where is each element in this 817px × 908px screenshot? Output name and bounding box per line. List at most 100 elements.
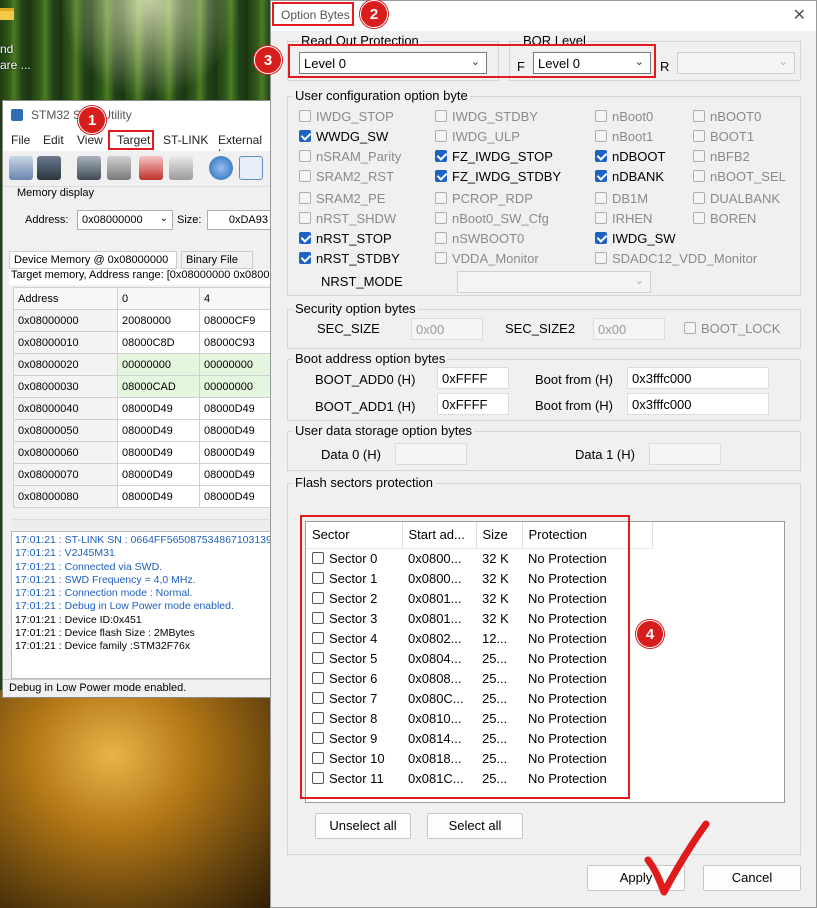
option-label: nDBOOT xyxy=(612,149,666,164)
save-icon[interactable] xyxy=(37,156,61,180)
value-cell: 08000D49 xyxy=(199,441,271,464)
menu-edit[interactable]: Edit xyxy=(43,133,64,147)
checkbox-box xyxy=(299,150,311,162)
flash-sectors-title: Flash sectors protection xyxy=(293,475,436,490)
boot-lock-checkbox[interactable]: BOOT_LOCK xyxy=(684,321,780,336)
option-checkbox-fz-iwdg-stdby[interactable]: FZ_IWDG_STDBY xyxy=(435,169,561,184)
table-row[interactable]: 0x08000040 08000D49 08000D49 xyxy=(13,397,271,420)
menu-file[interactable]: File xyxy=(11,133,30,147)
desktop-foliage xyxy=(0,690,280,908)
data1-label: Data 1 (H) xyxy=(575,447,635,462)
boot-from1-field[interactable]: 0x3fffc000 xyxy=(627,393,769,415)
unselect-all-button[interactable]: Unselect all xyxy=(315,813,411,839)
checkbox-box xyxy=(693,110,705,122)
option-label: IRHEN xyxy=(612,211,653,226)
table-row[interactable]: 0x08000010 08000C8D 08000C93 xyxy=(13,331,271,354)
table-row[interactable]: 0x08000000 20080000 08000CF9 xyxy=(13,309,271,332)
checkbox-box xyxy=(693,192,705,204)
boot-add0-label: BOOT_ADD0 (H) xyxy=(315,372,416,387)
option-checkbox-wwdg-sw[interactable]: WWDG_SW xyxy=(299,129,388,144)
folder-icon[interactable] xyxy=(0,8,14,20)
table-row[interactable]: 0x08000060 08000D49 08000D49 xyxy=(13,441,271,464)
annotation-badge-4: 4 xyxy=(636,620,664,648)
address-cell: 0x08000030 xyxy=(13,375,118,398)
checkbox-box xyxy=(693,130,705,142)
desktop-text-2: are ... xyxy=(0,58,31,72)
annotation-box-target-menu xyxy=(108,130,154,150)
option-label: PCROP_RDP xyxy=(452,191,533,206)
erase-icon[interactable] xyxy=(139,156,163,180)
option-checkbox-pcrop-rdp: PCROP_RDP xyxy=(435,191,533,206)
column-header: Address xyxy=(13,287,118,310)
boot-from1-label: Boot from (H) xyxy=(535,398,614,413)
value-cell: 08000CF9 xyxy=(199,309,271,332)
cancel-button[interactable]: Cancel xyxy=(703,865,801,891)
log-line: 17:01:21 : Device family :STM32F76x xyxy=(15,640,191,653)
nrst-mode-select[interactable]: ⌄ xyxy=(457,271,651,293)
disconnect-icon[interactable] xyxy=(107,156,131,180)
option-checkbox-nrst-stop[interactable]: nRST_STOP xyxy=(299,231,392,246)
checkmark-icon xyxy=(644,820,710,896)
open-file-icon[interactable] xyxy=(9,156,33,180)
data1-field[interactable] xyxy=(649,443,721,465)
checkbox-box xyxy=(435,130,447,142)
connect-icon[interactable] xyxy=(77,156,101,180)
boot-add1-label: BOOT_ADD1 (H) xyxy=(315,399,416,414)
option-checkbox-nboot1: nBoot1 xyxy=(595,129,653,144)
data0-field[interactable] xyxy=(395,443,467,465)
option-checkbox-nrst-shdw: nRST_SHDW xyxy=(299,211,396,226)
boot-from0-field[interactable]: 0x3fffc000 xyxy=(627,367,769,389)
option-label: VDDA_Monitor xyxy=(452,251,539,266)
toolbar xyxy=(3,151,273,187)
value-cell: 08000D49 xyxy=(199,419,271,442)
option-label: DUALBANK xyxy=(710,191,781,206)
boot-add0-field[interactable]: 0xFFFF xyxy=(437,367,509,389)
option-checkbox-ndboot[interactable]: nDBOOT xyxy=(595,149,665,164)
option-label: FZ_IWDG_STOP xyxy=(452,149,553,164)
size-field[interactable]: 0xDA93 xyxy=(207,210,273,230)
bor-r-select[interactable]: ⌄ xyxy=(677,52,795,74)
address-combo[interactable]: 0x08000000 ⌄ xyxy=(77,210,173,230)
option-label: IWDG_ULP xyxy=(452,129,520,144)
sec-size-field[interactable]: 0x00 xyxy=(411,318,483,340)
status-bar: Debug in Low Power mode enabled. xyxy=(3,679,273,697)
option-checkbox-fz-iwdg-stop[interactable]: FZ_IWDG_STOP xyxy=(435,149,553,164)
option-checkbox-iwdg-sw[interactable]: IWDG_SW xyxy=(595,231,676,246)
table-row[interactable]: 0x08000030 08000CAD 00000000 xyxy=(13,375,271,398)
table-row[interactable]: 0x08000050 08000D49 08000D49 xyxy=(13,419,271,442)
tab-device-memory[interactable]: Device Memory @ 0x08000000 : xyxy=(9,251,177,278)
checkbox-box xyxy=(299,170,311,182)
sec-size2-field[interactable]: 0x00 xyxy=(593,318,665,340)
checkbox-box xyxy=(595,252,607,264)
table-row[interactable]: 0x08000070 08000D49 08000D49 xyxy=(13,463,271,486)
reset-globe-icon[interactable] xyxy=(209,156,233,180)
option-label: BOOT1 xyxy=(710,129,755,144)
boot-add1-field[interactable]: 0xFFFF xyxy=(437,393,509,415)
address-cell: 0x08000020 xyxy=(13,353,118,376)
option-checkbox-ndbank[interactable]: nDBANK xyxy=(595,169,664,184)
tab-binary-file[interactable]: Binary File xyxy=(181,251,253,269)
option-checkbox-sdadc12-vdd-monitor: SDADC12_VDD_Monitor xyxy=(595,251,757,266)
address-label: Address: xyxy=(25,214,69,226)
option-checkbox-nrst-stdby[interactable]: nRST_STDBY xyxy=(299,251,400,266)
program-icon[interactable] xyxy=(169,156,193,180)
menu-stlink[interactable]: ST-LINK xyxy=(163,133,208,147)
swv-icon[interactable] xyxy=(239,156,263,180)
menu-view[interactable]: View xyxy=(77,133,103,147)
checkbox-box xyxy=(299,232,311,244)
table-row[interactable]: 0x08000080 08000D49 08000D49 xyxy=(13,485,271,508)
checkbox-box xyxy=(299,212,311,224)
address-cell: 0x08000050 xyxy=(13,419,118,442)
checkbox-box xyxy=(435,192,447,204)
table-row[interactable]: 0x08000020 00000000 00000000 xyxy=(13,353,271,376)
checkbox-box xyxy=(693,150,705,162)
log-line: 17:01:21 : Device ID:0x451 xyxy=(15,613,142,626)
option-checkbox-db1m: DB1M xyxy=(595,191,648,206)
value-cell: 08000D49 xyxy=(199,485,271,508)
option-checkbox-iwdg-stop: IWDG_STOP xyxy=(299,109,394,124)
option-label: IWDG_STOP xyxy=(316,109,394,124)
memory-table-scrollbar[interactable] xyxy=(13,519,271,527)
value-cell: 08000D49 xyxy=(199,397,271,420)
select-all-button[interactable]: Select all xyxy=(427,813,523,839)
close-icon[interactable]: ✕ xyxy=(793,5,806,25)
